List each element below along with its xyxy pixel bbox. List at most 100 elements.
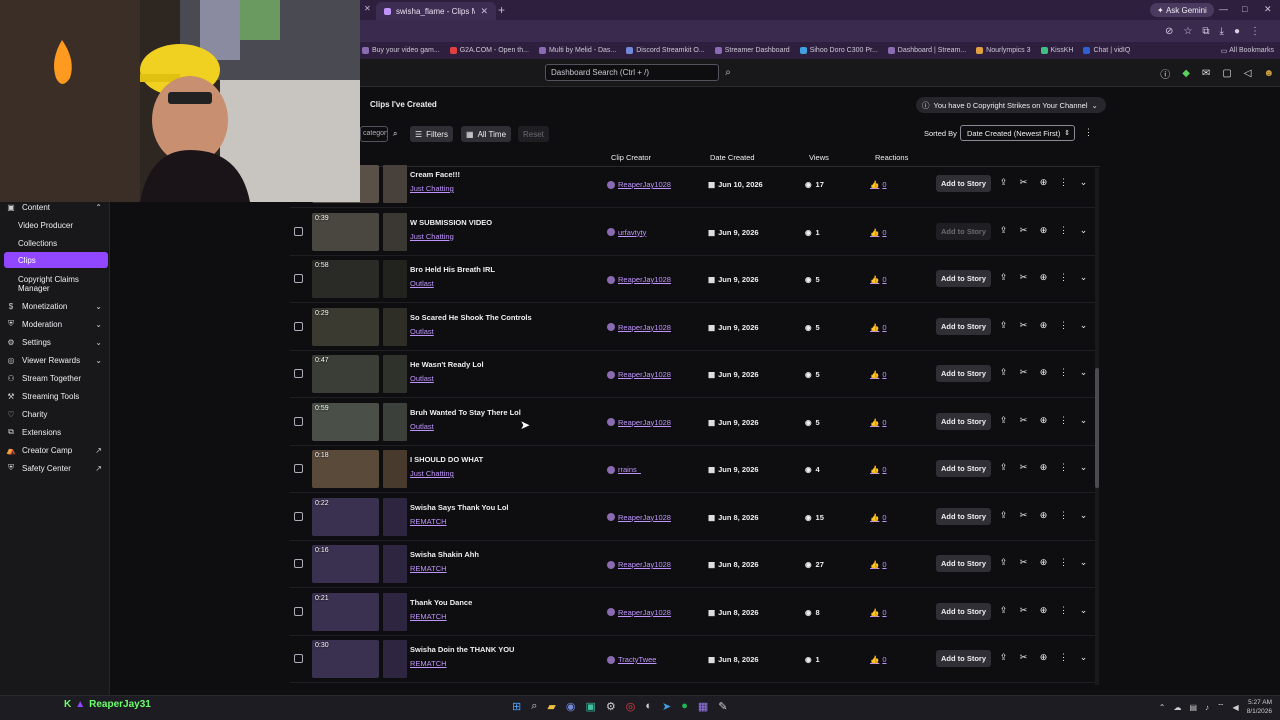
- app-icon[interactable]: ▣: [585, 700, 595, 713]
- clip-category-link[interactable]: REMATCH: [410, 659, 447, 668]
- clip-creator-link[interactable]: ReaperJay1028: [607, 608, 671, 617]
- browser-tab-active[interactable]: swisha_flame - Clips Manager ✕: [376, 2, 496, 20]
- clip-reactions-link[interactable]: 👍 0: [870, 513, 887, 522]
- scrollbar[interactable]: [1095, 168, 1099, 685]
- sidebar-item-creator-camp[interactable]: ⛺ Creator Camp ↗: [0, 442, 110, 458]
- chevron-down-icon[interactable]: ⌄: [1078, 272, 1089, 283]
- clip-reactions-link[interactable]: 👍 0: [870, 180, 887, 189]
- tool-app-icon[interactable]: ✎: [718, 700, 727, 713]
- clip-thumbnail[interactable]: 0:29: [312, 307, 379, 346]
- add-to-story-button[interactable]: Add to Story: [936, 650, 991, 667]
- more-options-icon[interactable]: ⋮: [1058, 320, 1069, 331]
- add-to-story-button[interactable]: Add to Story: [936, 412, 991, 430]
- cloud-icon[interactable]: ☁: [1173, 703, 1181, 712]
- mic-icon[interactable]: ♪: [1205, 703, 1209, 712]
- clip-title[interactable]: Cream Face!!!: [410, 170, 460, 179]
- chevron-down-icon[interactable]: ⌄: [1078, 177, 1089, 188]
- add-to-story-button[interactable]: Add to Story: [936, 222, 991, 240]
- add-circle-icon[interactable]: ⊕: [1038, 605, 1049, 616]
- hide-icon[interactable]: ⊘: [1165, 26, 1173, 37]
- row-checkbox[interactable]: [294, 511, 303, 521]
- clip-category-link[interactable]: Outlast: [410, 279, 434, 288]
- search-icon[interactable]: ⌕: [393, 126, 397, 142]
- clip-title[interactable]: Thank You Dance: [410, 598, 472, 607]
- more-options-icon[interactable]: ⋮: [1084, 127, 1093, 138]
- clip-creator-link[interactable]: urfavtyty: [607, 228, 646, 237]
- copyright-strikes-badge[interactable]: ⓘ You have 0 Copyright Strikes on Your Ch…: [916, 97, 1106, 113]
- help-icon[interactable]: ⓘ: [1160, 66, 1170, 81]
- search-icon[interactable]: ⌕: [531, 700, 537, 713]
- sidebar-item-stream-together[interactable]: ⚇ Stream Together: [0, 370, 110, 386]
- clip-creator-link[interactable]: TractyTwee: [607, 655, 656, 664]
- sidebar-item-collections[interactable]: Collections: [18, 239, 108, 248]
- clip-creator-link[interactable]: ReaperJay1028: [607, 180, 671, 189]
- add-to-story-button[interactable]: Add to Story: [936, 270, 991, 287]
- bookmark[interactable]: Nourlympics 3: [976, 47, 1031, 54]
- clip-category-link[interactable]: Just Chatting: [410, 232, 454, 241]
- chevron-down-icon[interactable]: ⌄: [1078, 652, 1089, 663]
- add-circle-icon[interactable]: ⊕: [1038, 272, 1049, 283]
- add-circle-icon[interactable]: ⊕: [1038, 177, 1049, 188]
- share-icon[interactable]: ⇪: [998, 557, 1009, 568]
- scissors-icon[interactable]: ✂: [1018, 557, 1029, 568]
- share-icon[interactable]: ⇪: [998, 462, 1009, 473]
- spotify-icon[interactable]: ●: [681, 700, 688, 713]
- table-row[interactable]: 0:58 Bro Held His Breath IRL Outlast Reaper…: [290, 256, 1095, 303]
- maximize-icon[interactable]: □: [1242, 4, 1247, 14]
- add-circle-icon[interactable]: ⊕: [1038, 557, 1049, 568]
- clip-thumbnail[interactable]: 0:22: [312, 497, 379, 536]
- clip-title[interactable]: He Wasn't Ready Lol: [410, 360, 484, 369]
- clip-thumbnail[interactable]: 0:47: [312, 355, 379, 393]
- share-icon[interactable]: ⇪: [998, 272, 1009, 283]
- clip-thumbnail[interactable]: 0:59: [312, 402, 379, 441]
- close-tab-icon[interactable]: ✕: [364, 4, 371, 13]
- reset-button[interactable]: Reset: [518, 126, 549, 142]
- chevron-down-icon[interactable]: ⌄: [1078, 462, 1089, 473]
- clip-creator-link[interactable]: ReaperJay1028: [607, 418, 671, 427]
- clip-reactions-link[interactable]: 👍 0: [870, 370, 887, 379]
- network-icon[interactable]: ▤: [1189, 703, 1197, 712]
- share-icon[interactable]: ⇪: [998, 652, 1009, 663]
- search-icon[interactable]: ⌕: [720, 64, 736, 81]
- table-row[interactable]: 0:18 I SHOULD DO WHAT Just Chatting rrains_…: [290, 446, 1095, 493]
- tray-expand-icon[interactable]: ⌃: [1159, 703, 1166, 712]
- extensions-icon[interactable]: ⧉: [1202, 26, 1209, 37]
- sidebar-item-settings[interactable]: ⚙ Settings ⌄: [0, 334, 110, 350]
- minimize-icon[interactable]: —: [1219, 4, 1228, 14]
- discord-icon[interactable]: ◉: [566, 700, 576, 713]
- chevron-down-icon[interactable]: ⌄: [1078, 367, 1089, 378]
- table-row[interactable]: Cream Face!!! Just Chatting ReaperJay1028 ▦…: [290, 161, 1095, 208]
- scissors-icon[interactable]: ✂: [1018, 320, 1029, 331]
- menu-icon[interactable]: ⋮: [1250, 26, 1260, 37]
- row-checkbox[interactable]: [294, 416, 303, 426]
- more-options-icon[interactable]: ⋮: [1058, 367, 1069, 378]
- add-circle-icon[interactable]: ⊕: [1038, 225, 1049, 236]
- new-tab-icon[interactable]: +: [498, 3, 505, 17]
- close-tab-icon[interactable]: ✕: [480, 6, 488, 17]
- download-icon[interactable]: ⤓: [1220, 26, 1224, 37]
- settings-icon[interactable]: ⚙: [606, 700, 616, 713]
- clip-thumbnail[interactable]: 0:30: [312, 640, 379, 678]
- clip-title[interactable]: Swisha Says Thank You Lol: [410, 503, 509, 512]
- chevron-down-icon[interactable]: ⌄: [1078, 557, 1089, 568]
- clip-category-link[interactable]: REMATCH: [410, 517, 447, 526]
- more-options-icon[interactable]: ⋮: [1058, 462, 1069, 473]
- wifi-icon[interactable]: ⌔: [1217, 702, 1225, 712]
- profile-icon[interactable]: ●: [1234, 26, 1240, 37]
- table-row[interactable]: 0:30 Swisha Doin the THANK YOU REMATCH Trac…: [290, 636, 1095, 683]
- sidebar-item-charity[interactable]: ♡ Charity: [0, 406, 110, 422]
- bookmark[interactable]: Multi by Melid - Das...: [538, 47, 616, 54]
- clip-title[interactable]: Swisha Doin the THANK YOU: [410, 645, 514, 654]
- volume-icon[interactable]: ◀: [1233, 703, 1239, 712]
- clip-category-link[interactable]: Outlast: [410, 422, 434, 431]
- more-options-icon[interactable]: ⋮: [1058, 225, 1069, 236]
- grid-app-icon[interactable]: ▦: [698, 700, 708, 713]
- clips-search-input[interactable]: category: [360, 126, 388, 142]
- scissors-icon[interactable]: ✂: [1018, 652, 1029, 663]
- scissors-icon[interactable]: ✂: [1018, 462, 1029, 473]
- clip-reactions-link[interactable]: 👍 0: [870, 275, 887, 284]
- row-checkbox[interactable]: [294, 559, 303, 568]
- add-circle-icon[interactable]: ⊕: [1038, 462, 1049, 473]
- add-to-story-button[interactable]: Add to Story: [936, 365, 991, 382]
- clip-title[interactable]: W SUBMISSION VIDEO: [410, 218, 492, 227]
